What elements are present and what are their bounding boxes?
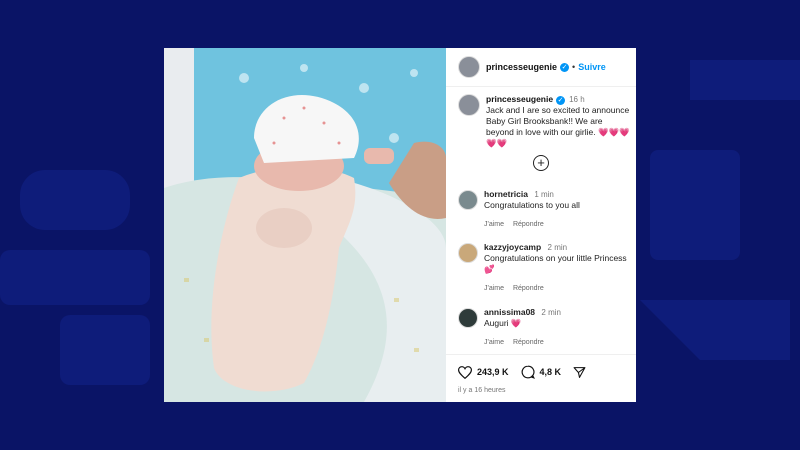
caption-avatar[interactable] [458,94,480,116]
comment-username[interactable]: kazzyjoycamp [484,242,541,252]
likes-count: 243,9 K [477,367,509,377]
author-username[interactable]: princesseugenie [486,62,557,72]
comment-text: Congratulations to you all [484,200,580,210]
post-header: princesseugenie ✓ • Suivre [446,48,636,87]
commenter-avatar[interactable] [458,308,478,328]
instagram-post-card: princesseugenie ✓ • Suivre princesseugen… [164,48,636,402]
author-avatar[interactable] [458,56,480,78]
comment-like-button[interactable]: J'aime [484,339,504,346]
caption-time: 16 h [569,95,585,104]
caption-username[interactable]: princesseugenie [486,94,553,104]
post-caption: princesseugenie ✓ 16 h Jack and I are so e… [458,94,630,149]
baby-photo-illustration [164,48,446,402]
commenter-avatar[interactable] [458,190,478,210]
separator-dot: • [572,62,576,72]
comment-item: hornetricia 1 min Congratulations to you… [458,189,630,230]
post-photo [164,48,446,402]
posted-time: il y a 16 heures [458,387,506,394]
comment-reply-button[interactable]: Répondre [513,285,544,292]
comment-username[interactable]: hornetricia [484,189,528,199]
comment-item: annissima08 2 min Auguri 💗 J'aime Répond… [458,307,630,348]
commenter-avatar[interactable] [458,243,478,263]
verified-badge-icon: ✓ [560,62,570,72]
comment-reply-button[interactable]: Répondre [513,221,544,228]
comment-item: kazzyjoycamp 2 min Congratulations on yo… [458,242,630,294]
caption-text: Jack and I are so excited to announce Ba… [486,105,630,148]
comment-text: Auguri 💗 [484,318,522,328]
comment-like-button[interactable]: J'aime [484,285,504,292]
comment-icon[interactable] [521,365,535,379]
comment-reply-button[interactable]: Répondre [513,339,544,346]
post-sidebar: princesseugenie ✓ • Suivre princesseugen… [446,48,636,402]
comment-time: 2 min [541,308,561,317]
comment-text: Congratulations on your little Princess … [484,253,627,274]
comment-time: 2 min [547,243,568,252]
verified-badge-icon: ✓ [556,96,566,105]
comments-count: 4,8 K [539,367,562,377]
view-more-comments-icon[interactable]: + [533,155,549,171]
follow-button[interactable]: Suivre [578,62,606,72]
post-footer: 243,9 K 4,8 K il y a 16 heures [446,354,636,402]
comment-username[interactable]: annissima08 [484,307,535,317]
heart-icon[interactable] [458,365,472,379]
share-icon[interactable] [573,366,586,379]
comment-time: 1 min [534,190,554,199]
comment-like-button[interactable]: J'aime [484,221,504,228]
